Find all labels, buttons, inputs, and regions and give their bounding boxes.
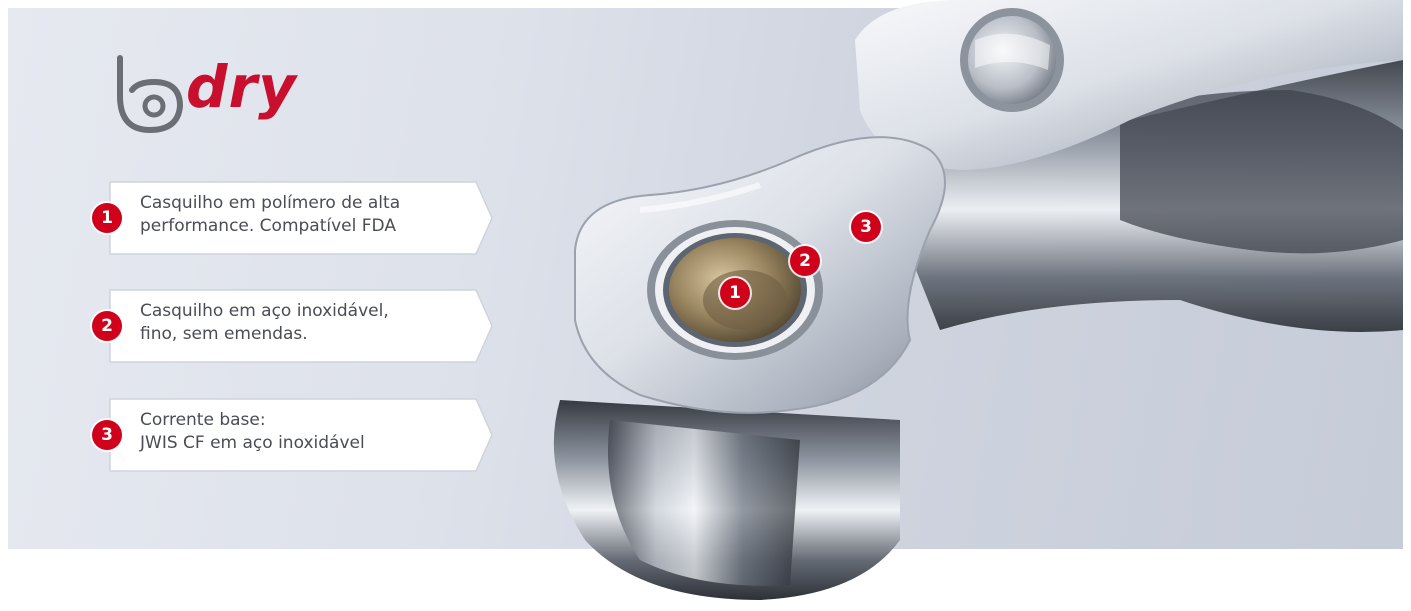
callout-3-text: Corrente base: JWIS CF em aço inoxidável [140,409,470,455]
brand-dry-wordmark: dry [186,53,297,121]
callout-2-badge: 2 [92,311,122,341]
callout-3: Corrente base: JWIS CF em aço inoxidável [108,397,493,473]
callout-3-line-1: Corrente base: [140,410,266,430]
callout-1-badge: 1 [92,203,122,233]
callout-3-badge: 3 [92,420,122,450]
callout-2-text: Casquilho em aço inoxidável, fino, sem e… [140,300,470,346]
marker-bushing: 1 [720,278,750,308]
callout-3-line-2: JWIS CF em aço inoxidável [140,433,365,453]
callout-1-line-1: Casquilho em polímero de alta [140,193,401,213]
callout-1-line-2: performance. Compatível FDA [140,216,396,236]
callout-1: Casquilho em polímero de alta performanc… [108,180,493,256]
callout-1-text: Casquilho em polímero de alta performanc… [140,192,470,238]
callout-2: Casquilho em aço inoxidável, fino, sem e… [108,288,493,364]
callout-2-line-1: Casquilho em aço inoxidável, [140,301,389,321]
marker-sleeve: 2 [790,246,820,276]
callout-2-line-2: fino, sem emendas. [140,324,308,344]
marker-plate: 3 [851,212,881,242]
